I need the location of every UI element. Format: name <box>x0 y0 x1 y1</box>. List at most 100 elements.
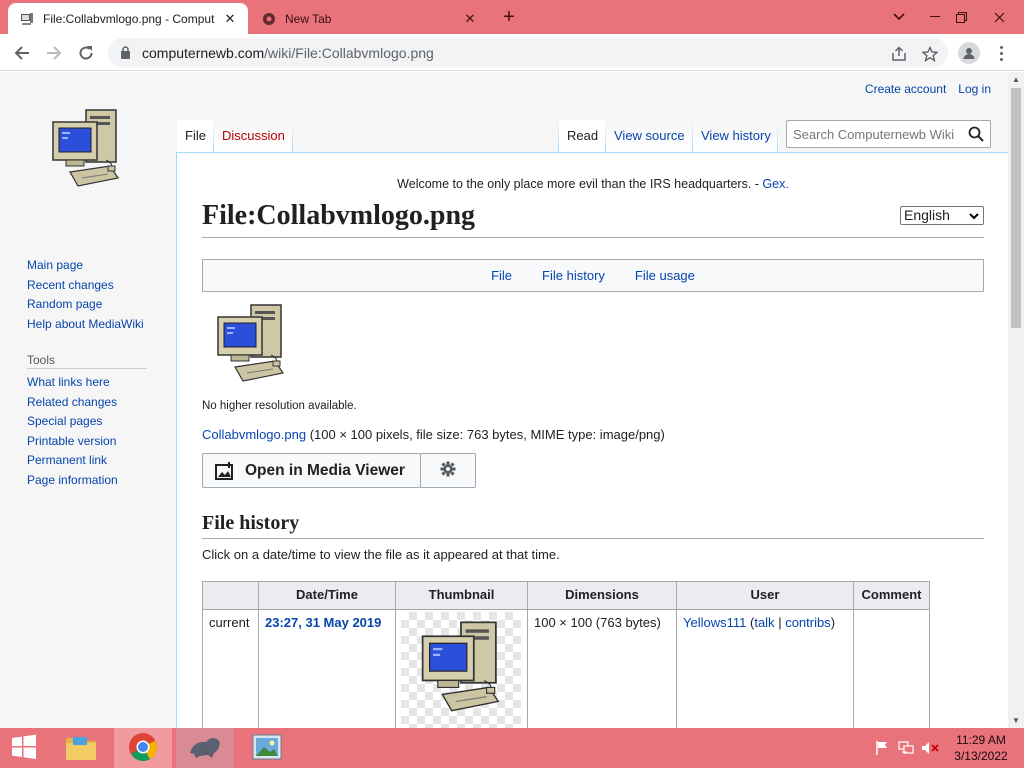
column-header <box>202 581 259 610</box>
address-bar[interactable]: computernewb.com/wiki/File:Collabvmlogo.… <box>108 38 948 67</box>
restore-icon[interactable] <box>944 0 978 34</box>
user-contribs-link[interactable]: contribs <box>785 615 831 630</box>
search-icon[interactable] <box>968 126 984 145</box>
browser-tab-newtab[interactable]: New Tab ✕ <box>250 3 488 34</box>
browser-tabstrip: File:Collabvmlogo.png - Comput ✕ New Tab… <box>0 0 1024 34</box>
windows-logo-icon <box>11 734 37 763</box>
filetoc-usage-link[interactable]: File usage <box>635 268 695 283</box>
start-button[interactable] <box>0 728 48 768</box>
sidebar-item-main-page[interactable]: Main page <box>27 256 147 276</box>
column-header-comment: Comment <box>853 581 930 610</box>
sidebar-item-help[interactable]: Help about MediaWiki <box>27 315 147 335</box>
folder-icon <box>65 733 97 764</box>
table-row: current 23:27, 31 May 2019 100 × 100 (76… <box>202 609 930 728</box>
clock-time: 11:29 AM <box>956 733 1006 747</box>
tab-separator <box>777 120 778 152</box>
browser-toolbar: computernewb.com/wiki/File:Collabvmlogo.… <box>0 34 1024 71</box>
reload-icon[interactable] <box>72 39 100 67</box>
share-icon[interactable] <box>890 45 908 63</box>
bookmark-star-icon[interactable] <box>921 45 939 63</box>
tab-close-icon[interactable]: ✕ <box>220 9 240 29</box>
column-header-thumbnail: Thumbnail <box>395 581 528 610</box>
filetoc-history-link[interactable]: File history <box>542 268 605 283</box>
sidebar-item-permanent-link[interactable]: Permanent link <box>27 451 147 471</box>
scrollbar-thumb[interactable] <box>1011 88 1021 328</box>
paren-close: ) <box>830 615 836 630</box>
language-selected-value: English <box>904 207 950 223</box>
windows-taskbar: 11:29 AM 3/13/2022 <box>0 728 1024 768</box>
chrome-favicon-icon <box>261 11 277 27</box>
tab-discussion[interactable]: Discussion <box>214 120 293 152</box>
thumbnail-image[interactable] <box>401 612 521 728</box>
chrome-icon <box>128 732 158 765</box>
status-cell: current <box>202 609 259 728</box>
url-path: /wiki/File:Collabvmlogo.png <box>264 45 434 61</box>
log-in-link[interactable]: Log in <box>958 82 991 96</box>
user-talk-link[interactable]: talk <box>754 615 774 630</box>
datetime-link[interactable]: 23:27, 31 May 2019 <box>265 615 381 630</box>
system-clock[interactable]: 11:29 AM 3/13/2022 <box>948 732 1014 764</box>
column-header-user: User <box>676 581 854 610</box>
new-tab-button[interactable]: + <box>498 6 520 28</box>
forward-icon[interactable] <box>40 39 68 67</box>
filetoc-file-link[interactable]: File <box>491 268 512 283</box>
tab-search-dropdown-icon[interactable] <box>882 0 916 34</box>
site-notice: Welcome to the only place more evil than… <box>177 177 1008 191</box>
tab-view-source[interactable]: View source <box>606 120 693 152</box>
taskbar-file-explorer[interactable] <box>52 728 110 768</box>
search-placeholder: Search Computernewb Wiki <box>793 127 955 142</box>
tab-read[interactable]: Read <box>559 120 607 152</box>
tab-file[interactable]: File <box>177 120 214 152</box>
browser-tab-active[interactable]: File:Collabvmlogo.png - Comput ✕ <box>8 3 248 34</box>
create-account-link[interactable]: Create account <box>865 82 946 96</box>
scroll-up-icon[interactable]: ▲ <box>1012 75 1020 84</box>
url-text: computernewb.com/wiki/File:Collabvmlogo.… <box>142 45 434 61</box>
taskbar-app-unknown[interactable] <box>176 728 234 768</box>
back-icon[interactable] <box>8 39 36 67</box>
file-toc: File File history File usage <box>202 259 984 292</box>
resolution-note: No higher resolution available. <box>202 400 357 412</box>
tab-title: New Tab <box>285 11 332 26</box>
image-icon <box>215 461 235 480</box>
open-media-viewer-label: Open in Media Viewer <box>245 461 405 479</box>
sidebar-item-related-changes[interactable]: Related changes <box>27 393 147 413</box>
file-link[interactable]: Collabvmlogo.png <box>202 427 306 442</box>
action-center-flag-icon[interactable] <box>873 740 891 756</box>
sidebar-item-page-information[interactable]: Page information <box>27 471 147 491</box>
taskbar-chrome[interactable] <box>114 728 172 768</box>
file-history-table: Date/Time Thumbnail Dimensions User Comm… <box>202 581 930 728</box>
file-details: (100 × 100 pixels, file size: 763 bytes,… <box>306 427 665 442</box>
file-info: Collabvmlogo.png (100 × 100 pixels, file… <box>202 427 665 442</box>
tab-separator <box>292 120 293 152</box>
network-icon[interactable] <box>897 740 915 756</box>
profile-avatar-icon[interactable] <box>958 42 980 64</box>
user-link[interactable]: Yellows111 <box>683 615 746 630</box>
link-separator: | <box>778 615 782 630</box>
personal-tools: Create account Log in <box>865 82 991 96</box>
site-notice-text: Welcome to the only place more evil than… <box>397 177 763 191</box>
sidebar-item-recent-changes[interactable]: Recent changes <box>27 276 147 296</box>
search-input[interactable]: Search Computernewb Wiki <box>786 120 991 148</box>
media-viewer-settings-button[interactable] <box>420 453 476 488</box>
sidebar-item-what-links-here[interactable]: What links here <box>27 373 147 393</box>
window-close-icon[interactable] <box>982 0 1016 34</box>
language-select[interactable]: English <box>900 206 984 225</box>
tab-close-icon[interactable]: ✕ <box>460 9 480 29</box>
taskbar-photo-viewer[interactable] <box>238 728 296 768</box>
animal-app-icon <box>188 735 222 762</box>
table-header-row: Date/Time Thumbnail Dimensions User Comm… <box>202 581 930 610</box>
volume-muted-icon[interactable] <box>921 740 939 756</box>
file-preview-image[interactable] <box>215 303 287 389</box>
open-media-viewer-button[interactable]: Open in Media Viewer <box>202 453 421 488</box>
file-history-intro: Click on a date/time to view the file as… <box>202 547 560 562</box>
site-logo[interactable] <box>50 108 122 194</box>
tab-view-history[interactable]: View history <box>693 120 779 152</box>
chrome-menu-icon[interactable] <box>994 42 1008 64</box>
vertical-scrollbar[interactable]: ▲ ▼ <box>1008 72 1024 728</box>
sidebar-item-random-page[interactable]: Random page <box>27 295 147 315</box>
site-notice-author-link[interactable]: Gex. <box>762 177 788 191</box>
sidebar-item-special-pages[interactable]: Special pages <box>27 412 147 432</box>
scroll-down-icon[interactable]: ▼ <box>1012 716 1020 725</box>
lock-icon[interactable] <box>120 46 131 62</box>
sidebar-item-printable-version[interactable]: Printable version <box>27 432 147 452</box>
